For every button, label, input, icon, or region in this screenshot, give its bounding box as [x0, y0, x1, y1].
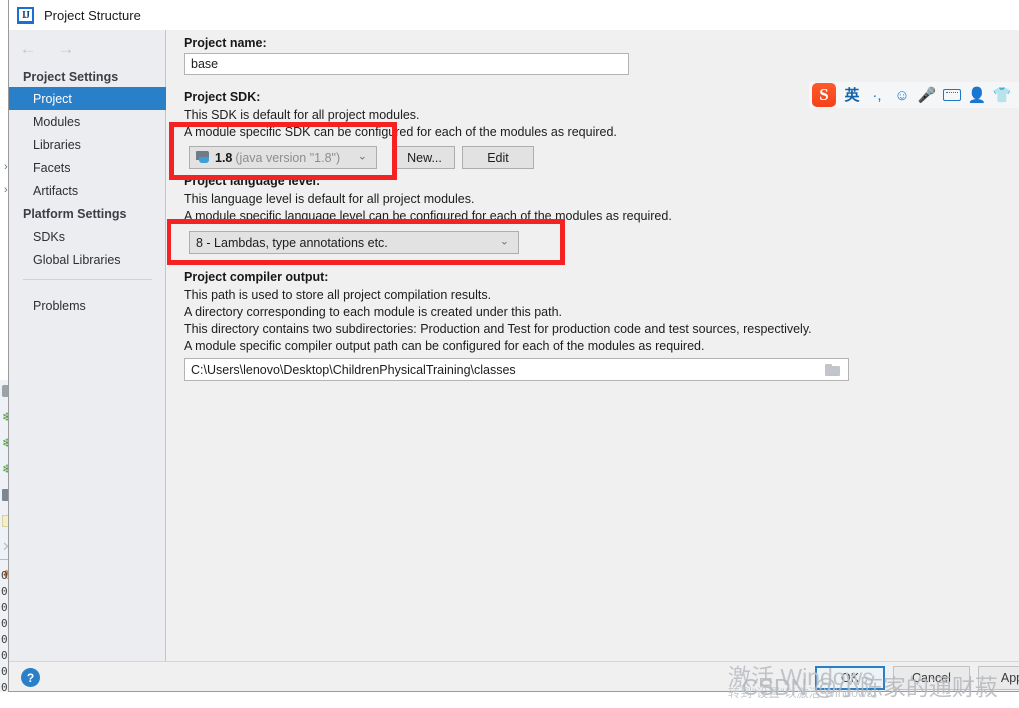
- project-name-label: Project name:: [184, 36, 267, 50]
- language-level-value: 8 - Lambdas, type annotations etc.: [196, 235, 388, 250]
- skin-icon[interactable]: 👕: [993, 85, 1012, 105]
- nav-buttons: ← →: [17, 38, 77, 58]
- app-icon-letters: IJ: [22, 9, 30, 21]
- browse-folder-button[interactable]: [817, 358, 849, 381]
- sidebar-item-label: Facets: [33, 160, 71, 175]
- apply-button[interactable]: Apply: [978, 666, 1019, 690]
- user-icon[interactable]: 👤: [968, 85, 987, 105]
- sidebar-item-global-libraries[interactable]: Global Libraries: [9, 248, 166, 271]
- sidebar-item-label: Project: [33, 91, 72, 106]
- emoji-icon[interactable]: ☺: [893, 85, 911, 105]
- chevron-right-icon[interactable]: ›: [4, 161, 8, 173]
- dialog-title: Project Structure: [44, 7, 141, 23]
- sidebar-item-artifacts[interactable]: › Artifacts: [4, 179, 166, 202]
- project-sdk-label: Project SDK:: [184, 90, 261, 104]
- project-sdk-detail: (java version "1.8"): [235, 150, 341, 165]
- sidebar-item-label: SDKs: [33, 229, 65, 244]
- project-sdk-version: 1.8: [215, 150, 233, 165]
- dialog-titlebar: IJ Project Structure: [9, 0, 1019, 30]
- new-sdk-button[interactable]: New...: [394, 146, 455, 169]
- settings-sidebar: ← → Project Settings Project Modules Lib…: [4, 30, 166, 661]
- project-name-input[interactable]: base: [184, 53, 629, 75]
- project-settings-panel: Project name: base Project SDK: This SDK…: [167, 30, 1019, 661]
- arrow-left-icon[interactable]: ←: [17, 38, 39, 58]
- gutter-line-numbers: 0 0 0 0 0 0 0 0: [1, 568, 8, 696]
- sidebar-item-label: Artifacts: [33, 183, 79, 198]
- sidebar-item-project[interactable]: Project: [9, 87, 166, 110]
- gutter-num: 0: [1, 569, 8, 582]
- sidebar-item-label: Modules: [33, 114, 81, 129]
- project-sdk-dropdown[interactable]: 1.8 (java version "1.8") ⌄: [189, 146, 377, 169]
- sogou-logo-icon[interactable]: S: [812, 83, 836, 107]
- compiler-output-path-input[interactable]: C:\Users\lenovo\Desktop\ChildrenPhysical…: [184, 358, 849, 381]
- sidebar-item-problems[interactable]: Problems: [9, 294, 166, 317]
- cn-en-toggle-icon[interactable]: 英: [843, 85, 861, 105]
- gutter-num: 0: [1, 633, 8, 646]
- language-level-desc-1: This language level is default for all p…: [184, 192, 475, 206]
- punctuation-icon[interactable]: ·,: [868, 85, 886, 105]
- compiler-output-desc-2: A directory corresponding to each module…: [184, 305, 562, 319]
- console-panel: 01 12:56:54.041 WARN 508 [i-1 housekeepe…: [0, 692, 1019, 708]
- sogou-ime-toolbar[interactable]: S 英 ·, ☺ 🎤 👤 👕: [809, 82, 1019, 108]
- gutter-num: 0: [1, 585, 8, 598]
- sidebar-separator: [23, 279, 152, 280]
- sidebar-item-label: Problems: [33, 298, 86, 313]
- compiler-output-desc-1: This path is used to store all project c…: [184, 288, 492, 302]
- chevron-down-icon[interactable]: ⌄: [358, 150, 367, 162]
- intellij-idea-icon: IJ: [17, 6, 34, 24]
- compiler-output-desc-4: A module specific compiler output path c…: [184, 339, 705, 353]
- compiler-output-path-value: C:\Users\lenovo\Desktop\ChildrenPhysical…: [191, 362, 516, 377]
- arrow-right-icon[interactable]: →: [55, 38, 77, 58]
- language-level-desc-2: A module specific language level can be …: [184, 209, 672, 223]
- dialog-footer: ? OK Cancel Apply: [9, 661, 1019, 691]
- gutter-num: 0: [1, 617, 8, 630]
- soft-keyboard-icon[interactable]: [943, 85, 961, 105]
- sidebar-item-facets[interactable]: › Facets: [4, 156, 166, 179]
- sidebar-group-project-settings: Project Settings: [23, 70, 119, 84]
- folder-icon: [825, 363, 841, 376]
- gutter-num: 0: [1, 665, 8, 678]
- project-name-value: base: [191, 57, 219, 71]
- edit-sdk-button[interactable]: Edit: [462, 146, 534, 169]
- compiler-output-desc-3: This directory contains two subdirectori…: [184, 322, 812, 336]
- java-sdk-icon: [196, 151, 211, 164]
- sidebar-item-modules[interactable]: Modules: [9, 110, 166, 133]
- voice-input-icon[interactable]: 🎤: [918, 85, 937, 105]
- sidebar-item-sdks[interactable]: SDKs: [9, 225, 166, 248]
- gutter-num: 0: [1, 649, 8, 662]
- sidebar-group-platform-settings: Platform Settings: [23, 207, 127, 221]
- ok-button[interactable]: OK: [815, 666, 885, 690]
- sidebar-item-label: Global Libraries: [33, 252, 121, 267]
- sidebar-item-label: Libraries: [33, 137, 81, 152]
- chevron-down-icon[interactable]: ⌄: [500, 235, 509, 247]
- chevron-down-icon[interactable]: ›: [4, 184, 8, 196]
- sidebar-item-libraries[interactable]: Libraries: [9, 133, 166, 156]
- help-button[interactable]: ?: [21, 668, 40, 687]
- language-level-label: Project language level:: [184, 174, 321, 188]
- compiler-output-label: Project compiler output:: [184, 270, 329, 284]
- cancel-button[interactable]: Cancel: [893, 666, 970, 690]
- project-sdk-desc-1: This SDK is default for all project modu…: [184, 108, 420, 122]
- gutter-num: 0: [1, 601, 8, 614]
- screen-root: ❄ ❄ ❄ ✕ 🔥 0 0 0 0 0 0 0 0 01 12:56:54.04…: [0, 0, 1019, 708]
- project-sdk-desc-2: A module specific SDK can be configured …: [184, 125, 617, 139]
- language-level-dropdown[interactable]: 8 - Lambdas, type annotations etc. ⌄: [189, 231, 519, 254]
